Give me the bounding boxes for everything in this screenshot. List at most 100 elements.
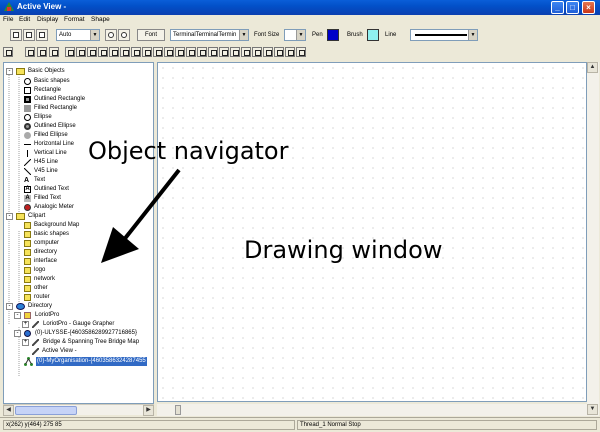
collapse-icon[interactable]: - — [14, 330, 21, 337]
tree-item-label: Outlined Text — [34, 186, 69, 192]
scrollbar-thumb[interactable] — [175, 405, 181, 415]
space-vertical-icon[interactable] — [197, 47, 207, 57]
pen-color-swatch[interactable] — [327, 29, 339, 41]
align-center-icon[interactable] — [76, 47, 86, 57]
line-style-select[interactable]: ▼ — [410, 29, 478, 41]
cut-icon[interactable] — [3, 47, 13, 57]
tree-item-label: Rectangle — [34, 87, 62, 93]
tree-item-label: basic shapes — [34, 231, 70, 237]
annotation-arrow — [101, 168, 181, 263]
menu-display[interactable]: Display — [37, 16, 58, 23]
collapse-icon[interactable]: - — [14, 312, 21, 319]
delete-icon[interactable] — [49, 47, 59, 57]
group-icon[interactable] — [252, 47, 262, 57]
tree-item-label: Analogic Meter — [34, 204, 75, 210]
drawing-horizontal-scrollbar[interactable] — [157, 404, 587, 416]
ungroup-icon[interactable] — [263, 47, 273, 57]
navigator-horizontal-scrollbar[interactable]: ◀ ▶ — [3, 404, 154, 416]
link-icon[interactable] — [296, 47, 306, 57]
menu-file[interactable]: File — [3, 16, 13, 23]
zoom-in-icon[interactable] — [105, 29, 117, 41]
save-icon[interactable] — [23, 29, 35, 41]
same-height-icon[interactable] — [164, 47, 174, 57]
status-bar: x(262) y(464) 275 85 Thread_1 Normal Sto… — [0, 417, 600, 432]
folder-icon — [24, 294, 31, 301]
font-size-select[interactable]: ▼ — [284, 29, 306, 41]
tree-item-label: Basic shapes — [34, 78, 70, 84]
collapse-icon[interactable]: - — [6, 213, 13, 220]
font-name-value: TerminalTerminalTermin — [173, 32, 237, 38]
scroll-up-icon[interactable]: ▲ — [587, 62, 598, 73]
tree-item-label: Ellipse — [34, 114, 52, 120]
filled-text-icon: A — [24, 195, 31, 202]
zoom-out-icon[interactable] — [118, 29, 130, 41]
drawing-window[interactable] — [157, 62, 587, 402]
grid-icon[interactable] — [230, 47, 240, 57]
send-back-icon[interactable] — [142, 47, 152, 57]
tree-item-label: Filled Rectangle — [34, 105, 78, 111]
space-horizontal-icon[interactable] — [186, 47, 196, 57]
paste-icon[interactable] — [37, 47, 47, 57]
copy-icon[interactable] — [25, 47, 35, 57]
refresh-icon[interactable] — [36, 29, 48, 41]
app-icon — [4, 2, 14, 12]
tree-node-label: Directory — [28, 303, 53, 309]
collapse-icon[interactable]: - — [6, 68, 13, 75]
filled-rectangle-icon — [24, 105, 31, 112]
properties-icon[interactable] — [285, 47, 295, 57]
tree-item-label: Filled Text — [34, 195, 61, 201]
zoom-select[interactable]: Auto ▼ — [56, 29, 100, 41]
align-middle-icon[interactable] — [109, 47, 119, 57]
maximize-button[interactable]: □ — [566, 1, 579, 14]
bring-front-icon[interactable] — [131, 47, 141, 57]
zoom-value: Auto — [59, 32, 72, 38]
horizontal-line-icon — [24, 144, 31, 145]
line-label: Line — [385, 32, 397, 38]
brush-color-swatch[interactable] — [367, 29, 379, 41]
scroll-down-icon[interactable]: ▼ — [587, 404, 598, 415]
filled-ellipse-icon — [24, 132, 31, 139]
tree-item-label: Outlined Rectangle — [34, 96, 86, 102]
tree-item-label: Filled Ellipse — [34, 132, 68, 138]
chevron-down-icon: ▼ — [239, 30, 248, 40]
expand-icon[interactable]: + — [22, 339, 29, 346]
snap-icon[interactable] — [241, 47, 251, 57]
tree-item-label: directory — [34, 249, 58, 255]
minimize-button[interactable]: _ — [551, 1, 564, 14]
tree-item-label: V45 Line — [34, 168, 58, 174]
tree-item-label: Outlined Ellipse — [34, 123, 76, 129]
tree-item-label: H45 Line — [34, 159, 59, 165]
same-width-icon[interactable] — [153, 47, 163, 57]
scrollbar-thumb[interactable] — [15, 406, 77, 415]
center-horizontal-icon[interactable] — [208, 47, 218, 57]
align-left-icon[interactable] — [65, 47, 75, 57]
v45-line-icon — [24, 168, 31, 175]
tree-item-label: Horizontal Line — [34, 141, 75, 147]
menu-edit[interactable]: Edit — [19, 16, 30, 23]
align-right-icon[interactable] — [87, 47, 97, 57]
open-icon[interactable] — [10, 29, 22, 41]
font-name-select[interactable]: TerminalTerminalTermin ▼ — [170, 29, 249, 41]
tree-item-label: network — [34, 276, 56, 282]
tree-item-label: interface — [34, 258, 58, 264]
tree-structure-icon — [24, 357, 33, 366]
align-top-icon[interactable] — [98, 47, 108, 57]
pen-label: Pen — [312, 32, 323, 38]
align-bottom-icon[interactable] — [120, 47, 130, 57]
expand-icon[interactable]: + — [22, 321, 29, 328]
tree-node-label: LoriotPro — [35, 312, 60, 318]
font-button[interactable]: Font — [137, 29, 165, 41]
font-size-label: Font Size — [254, 32, 280, 38]
folder-icon — [24, 258, 31, 265]
tree-node-label: LoriotPro - Gauge Grapher — [43, 321, 115, 327]
lock-icon[interactable] — [274, 47, 284, 57]
menu-format[interactable]: Format — [64, 16, 85, 23]
menu-shape[interactable]: Shape — [91, 16, 110, 23]
drawing-vertical-scrollbar[interactable]: ▲ ▼ — [587, 62, 599, 416]
collapse-icon[interactable]: - — [6, 303, 13, 310]
close-button[interactable]: × — [582, 1, 595, 14]
scroll-right-icon[interactable]: ▶ — [143, 405, 154, 416]
scroll-left-icon[interactable]: ◀ — [3, 405, 14, 416]
center-vertical-icon[interactable] — [219, 47, 229, 57]
same-size-icon[interactable] — [175, 47, 185, 57]
